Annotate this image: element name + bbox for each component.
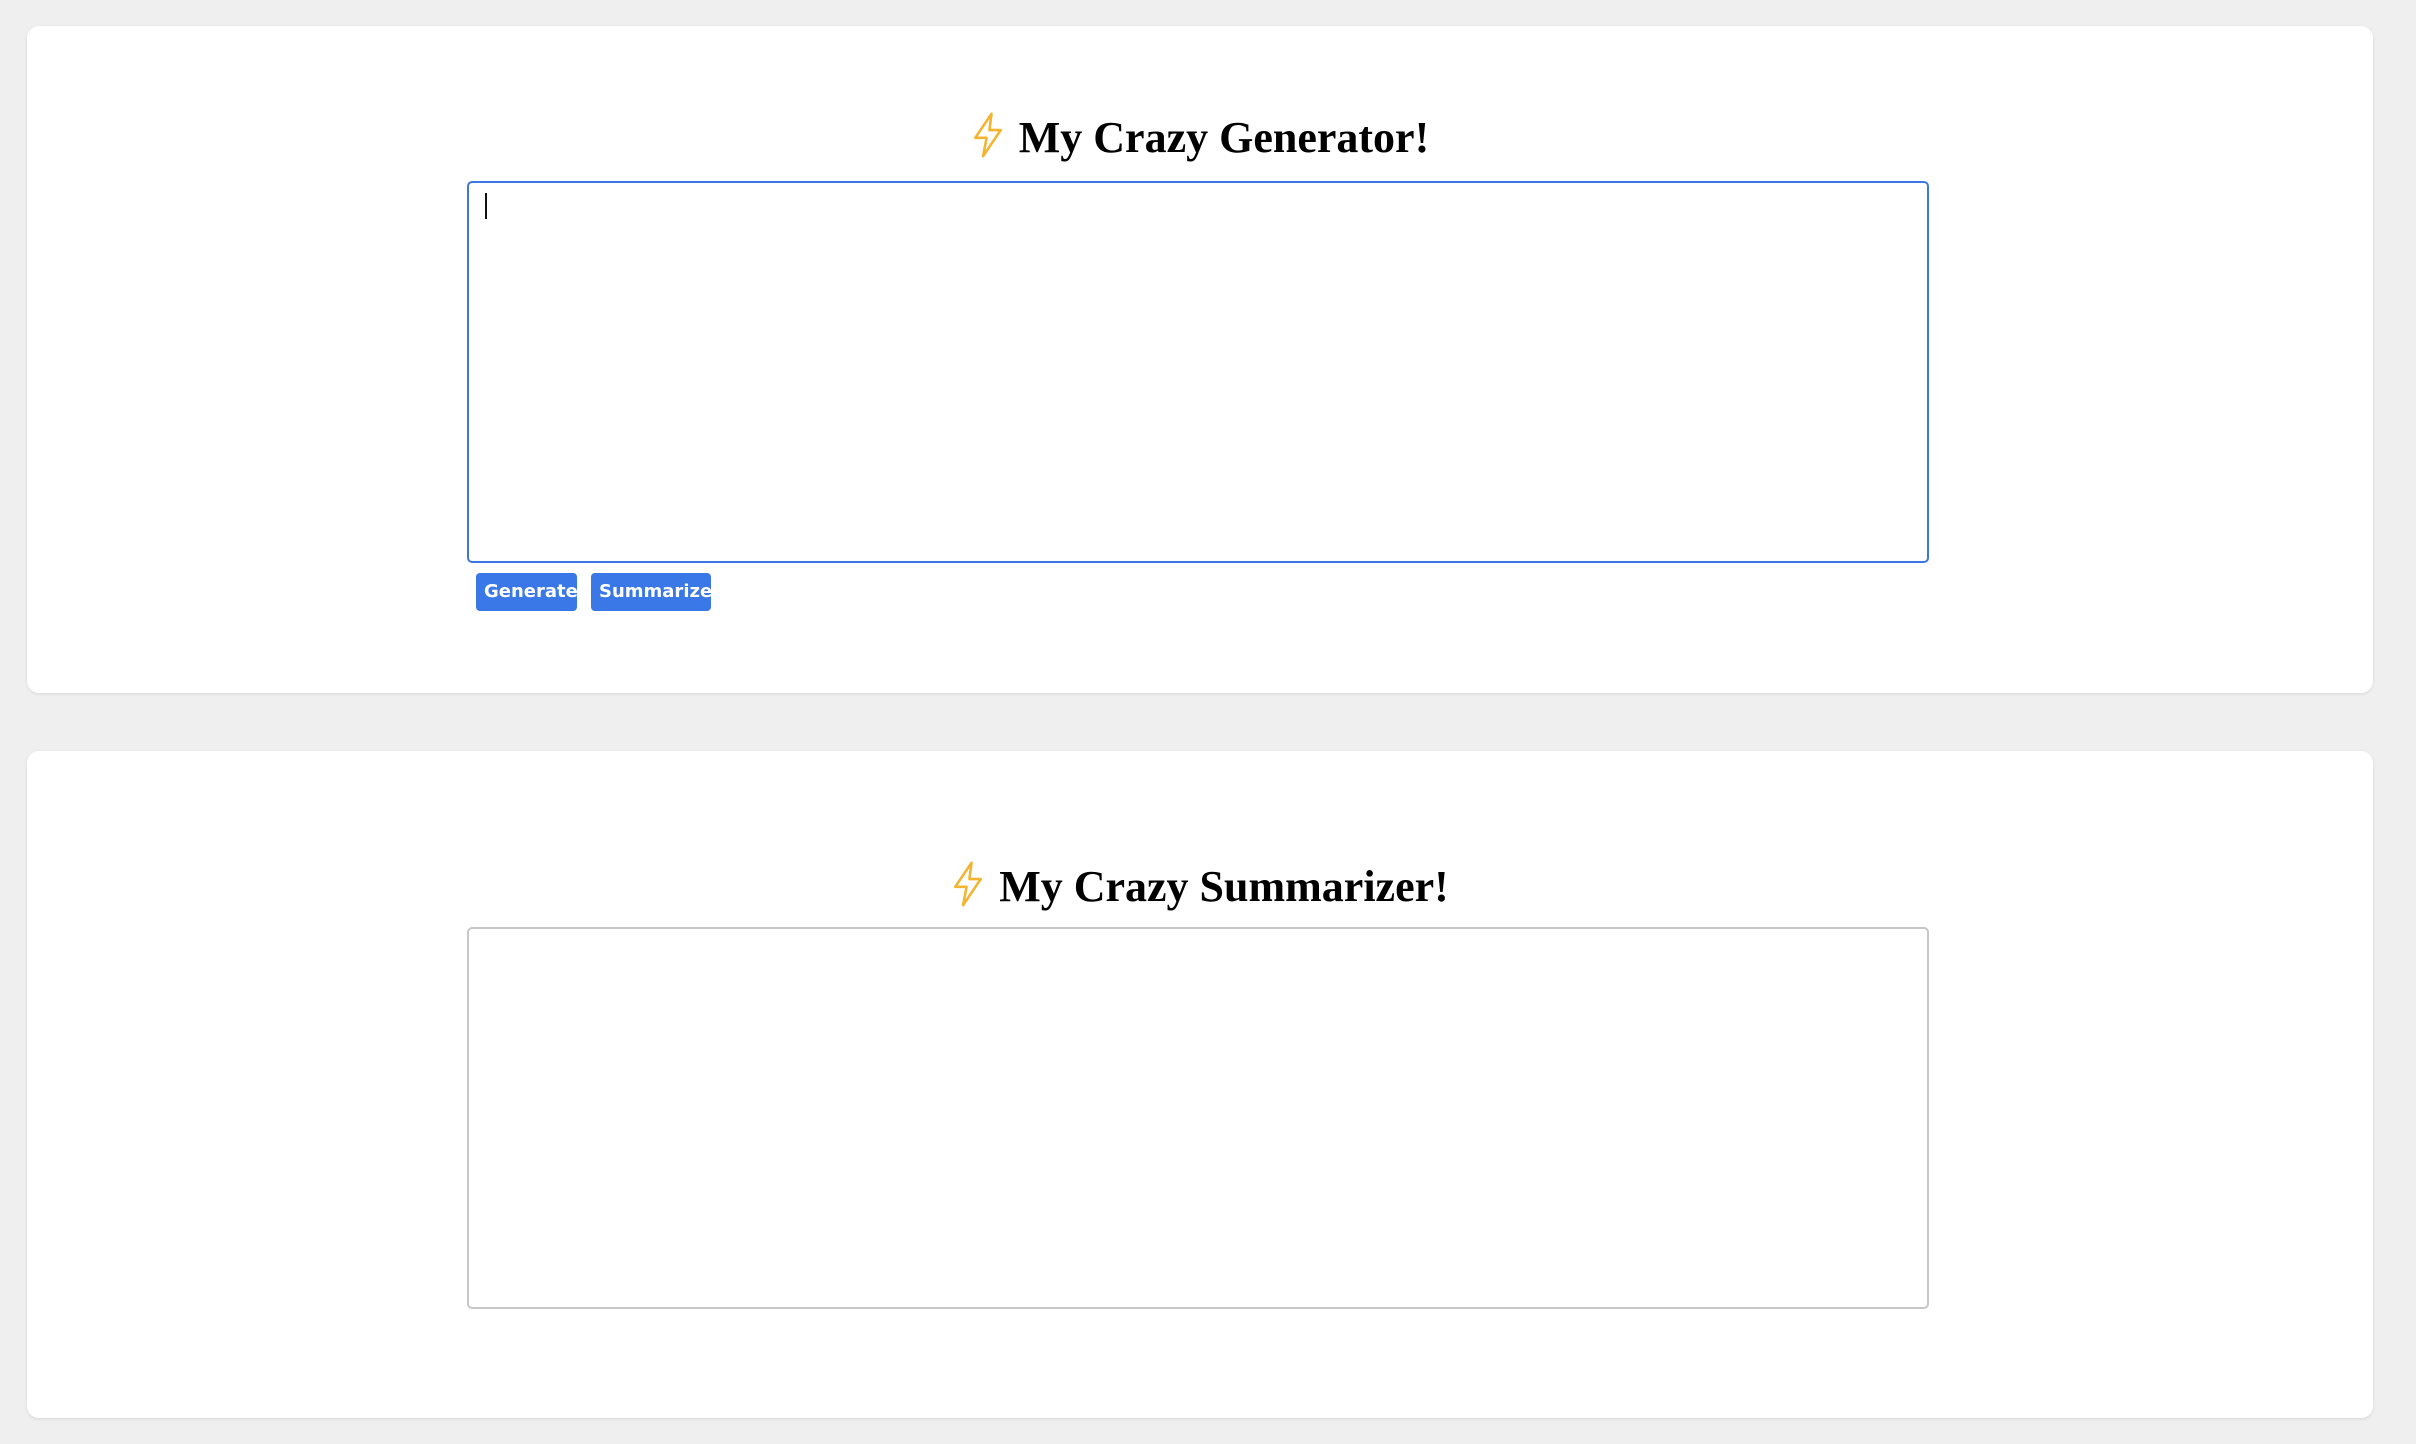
generator-input-textarea[interactable] [467,181,1929,563]
summarizer-title: My Crazy Summarizer! [27,859,2373,915]
summarize-button[interactable]: Summarize [591,573,712,611]
lightning-bolt-icon [954,861,983,907]
generator-card: My Crazy Generator! Generate Summarize [27,26,2373,693]
text-cursor [485,193,487,219]
generator-title: My Crazy Generator! [27,110,2373,166]
generator-title-text: My Crazy Generator! [1018,113,1430,162]
lightning-bolt-icon [973,112,1002,158]
summarizer-card: My Crazy Summarizer! [27,751,2373,1418]
generate-button[interactable]: Generate [476,573,578,611]
summarizer-output-textarea[interactable] [467,927,1929,1309]
summarizer-title-text: My Crazy Summarizer! [999,862,1449,911]
